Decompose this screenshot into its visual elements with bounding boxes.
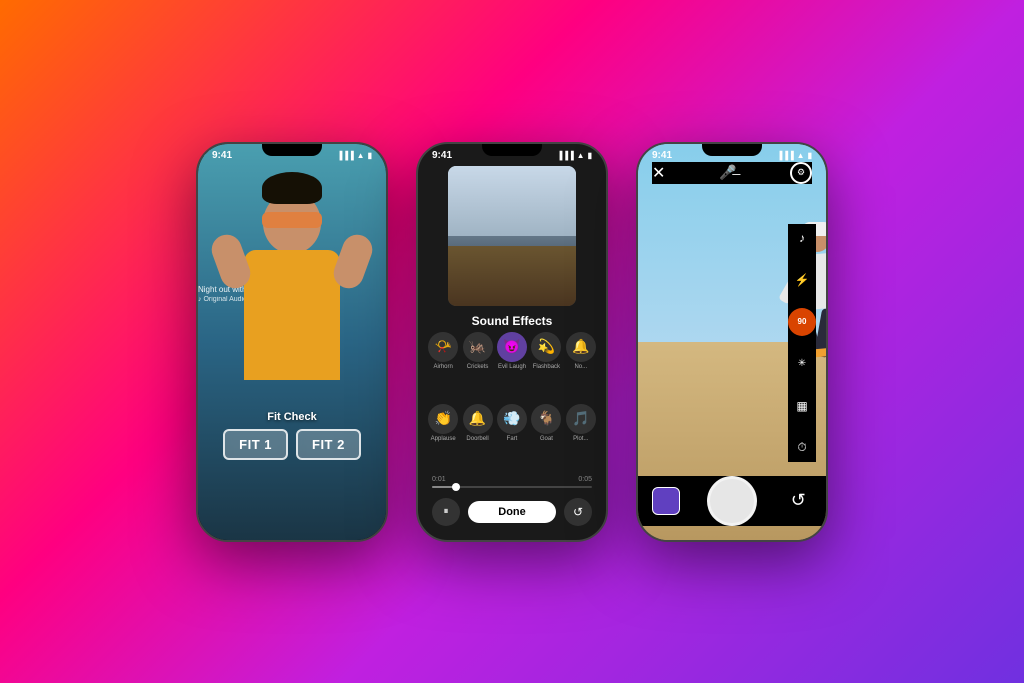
settings-button[interactable]: ⚙ [790,162,812,184]
plot-label: Plot... [573,436,588,442]
sound-effects-grid-1: 📯 Airhorn 🦗 Crickets 😈 Evil Laugh 💫 Flas… [428,332,596,370]
effect-no[interactable]: 🔔 No... [566,332,596,370]
evil-laugh-icon: 😈 [497,332,527,362]
goat-label: Goat [540,436,553,442]
time-start: 0:01 [432,476,446,483]
sound-effects-title: Sound Effects [418,314,606,328]
video-sky [448,166,576,236]
evil-laugh-label: Evil Laugh [498,364,526,370]
battery-icon3: ▮ [808,151,812,160]
effect-goat[interactable]: 🐐 Goat [531,404,561,442]
fit1-button[interactable]: FIT 1 [223,429,288,460]
grid-tool[interactable]: ▦ [788,392,816,420]
bottom-controls: ⏸ Done ↺ [432,498,592,526]
sound-effects-grid-2: 👏 Applause 🔔 Doorbell 💨 Fart 🐐 Goat 🎵 Pl… [428,404,596,442]
camera-right-tools: ♪ ⚡ 90 ✳ ▦ ⏱ [788,224,816,462]
wifi-icon: ▲ [357,151,365,160]
time-phone2: 9:41 [432,150,452,161]
music-tool[interactable]: ♪ [788,224,816,252]
crickets-icon: 🦗 [463,332,493,362]
fart-label: Fart [507,436,518,442]
goat-icon: 🐐 [531,404,561,434]
fit-check-overlay: Fit Check FIT 1 FIT 2 [198,411,386,460]
effect-airhorn[interactable]: 📯 Airhorn [428,332,458,370]
close-button[interactable]: ✕ [652,163,665,183]
fit-buttons: FIT 1 FIT 2 [223,429,361,460]
reset-button[interactable]: ↺ [564,498,592,526]
shutter-button[interactable] [707,476,757,526]
no-icon: 🔔 [566,332,596,362]
done-button[interactable]: Done [468,501,556,523]
wifi-icon2: ▲ [577,151,585,160]
notch-phone3 [702,144,762,156]
effect-crickets[interactable]: 🦗 Crickets [462,332,492,370]
audio-progress: 0:01 0:05 [432,476,592,488]
airhorn-label: Airhorn [434,364,453,370]
camera-bottom-controls: ↺ [638,476,826,526]
applause-icon: 👏 [428,404,458,434]
mute-icon[interactable]: 🎤̶ [719,164,736,181]
fit2-button[interactable]: FIT 2 [296,429,361,460]
progress-bar[interactable] [432,486,592,488]
applause-label: Applause [431,436,456,442]
gallery-thumbnail[interactable] [652,487,680,515]
wifi-icon3: ▲ [797,151,805,160]
phone-camera: 9:41 ▐▐▐ ▲ ▮ ✕ 🎤̶ ⚙ ♪ ⚡ 90 ✳ ▦ ⏱ [636,142,828,542]
battery-icon2: ▮ [588,151,592,160]
time-phone1: 9:41 [212,150,232,161]
effect-evil-laugh[interactable]: 😈 Evil Laugh [497,332,527,370]
battery-icon: ▮ [368,151,372,160]
phone-reels: 9:41 ▐▐▐ ▲ ▮ Reels ◎ ♡ 12k 💬 438 ↗ [196,142,388,542]
notch-phone2 [482,144,542,156]
effect-doorbell[interactable]: 🔔 Doorbell [462,404,492,442]
airhorn-icon: 📯 [428,332,458,362]
status-icons-phone1: ▐▐▐ ▲ ▮ [337,151,372,160]
speed-tool[interactable]: 90 [788,308,816,336]
notch-phone1 [262,144,322,156]
flash-tool[interactable]: ⚡ [788,266,816,294]
signal-icon: ▐▐▐ [337,151,354,160]
signal-icon3: ▐▐▐ [777,151,794,160]
video-preview [448,166,576,306]
doorbell-label: Doorbell [466,436,488,442]
status-icons-phone2: ▐▐▐ ▲ ▮ [557,151,592,160]
flip-icon: ↺ [791,490,806,511]
progress-dot [452,483,460,491]
effect-flashback[interactable]: 💫 Flashback [531,332,561,370]
fit-check-title: Fit Check [267,411,317,423]
time-end: 0:05 [578,476,592,483]
time-phone3: 9:41 [652,150,672,161]
timer-tool[interactable]: ⏱ [788,434,816,462]
crickets-label: Crickets [467,364,489,370]
flip-camera-button[interactable]: ↺ [784,487,812,515]
status-icons-phone3: ▐▐▐ ▲ ▮ [777,151,812,160]
effect-fart[interactable]: 💨 Fart [497,404,527,442]
phone-sound-effects: 9:41 ▐▐▐ ▲ ▮ Sound Effects 📯 Airhorn 🦗 C… [416,142,608,542]
camera-top-controls: ✕ 🎤̶ ⚙ [652,162,812,184]
effect-plot[interactable]: 🎵 Plot... [566,404,596,442]
video-road [448,246,576,306]
flashback-label: Flashback [533,364,560,370]
plot-icon: 🎵 [566,404,596,434]
progress-times: 0:01 0:05 [432,476,592,483]
effect-applause[interactable]: 👏 Applause [428,404,458,442]
doorbell-icon: 🔔 [463,404,493,434]
fart-icon: 💨 [497,404,527,434]
pause-button[interactable]: ⏸ [432,498,460,526]
move-tool[interactable]: ✳ [788,350,816,378]
flashback-icon: 💫 [531,332,561,362]
no-label: No... [574,364,587,370]
phones-container: 9:41 ▐▐▐ ▲ ▮ Reels ◎ ♡ 12k 💬 438 ↗ [176,102,848,582]
signal-icon2: ▐▐▐ [557,151,574,160]
